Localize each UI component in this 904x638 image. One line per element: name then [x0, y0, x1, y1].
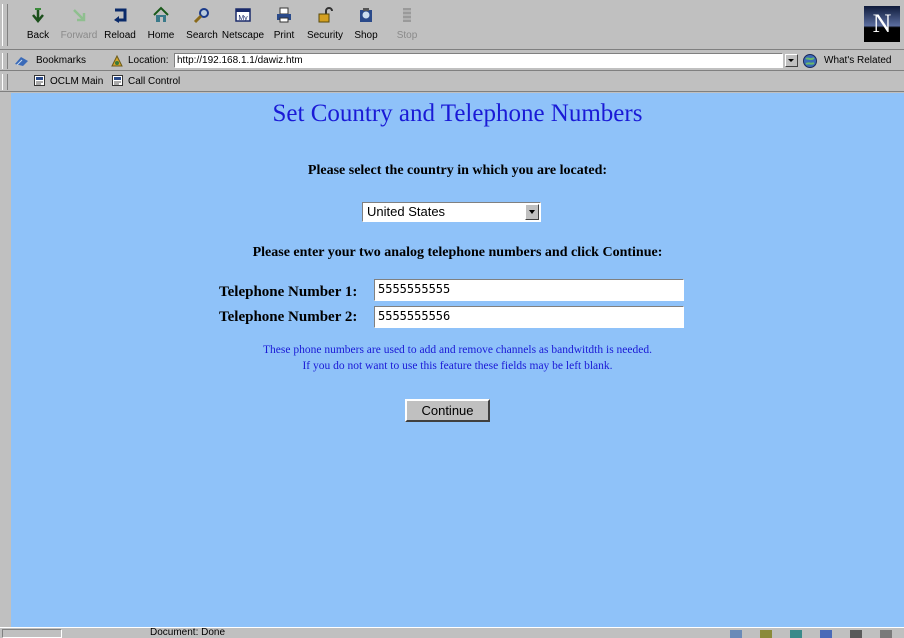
- netscape-logo-letter: N: [872, 9, 892, 38]
- country-prompt: Please select the country in which you a…: [307, 163, 608, 178]
- bookmarks-button[interactable]: Bookmarks: [36, 55, 86, 66]
- location-toolbar-grip[interactable]: [2, 53, 8, 69]
- telephone-1-label: Telephone Number 1:: [219, 284, 358, 300]
- back-label: Back: [26, 30, 50, 41]
- print-button[interactable]: Print: [262, 4, 306, 46]
- reload-button[interactable]: Reload: [98, 4, 142, 46]
- print-label: Print: [273, 30, 295, 41]
- whats-related-button[interactable]: What's Related: [824, 55, 892, 66]
- telephone-2-label: Telephone Number 2:: [219, 309, 358, 325]
- print-icon: [277, 7, 291, 23]
- forward-arrow-icon: [73, 9, 86, 22]
- security-label: Security: [306, 30, 344, 41]
- url-input[interactable]: http://192.168.1.1/dawiz.htm: [174, 53, 783, 68]
- reload-label: Reload: [104, 30, 136, 41]
- location-icon[interactable]: [110, 54, 124, 68]
- country-select[interactable]: United States: [362, 202, 541, 222]
- search-icon: [193, 8, 209, 24]
- reload-icon: [114, 8, 127, 23]
- personal-item-call-control[interactable]: Call Control: [112, 75, 180, 89]
- bookmarks-icon: [15, 57, 28, 66]
- page-content: Set Country and Telephone Numbers Please…: [11, 93, 904, 627]
- shop-button[interactable]: Shop: [344, 4, 388, 46]
- url-history-dropdown-button[interactable]: [785, 54, 798, 67]
- forward-button[interactable]: Forward: [57, 4, 101, 46]
- page-bookmark-icon: [112, 75, 123, 86]
- home-button[interactable]: Home: [139, 4, 183, 46]
- personal-toolbar-grip[interactable]: [2, 74, 8, 90]
- page-title: Set Country and Telephone Numbers: [272, 100, 643, 127]
- left-frame-edge: [0, 93, 11, 627]
- personal-item-oclm-main[interactable]: OCLM Main: [34, 75, 103, 89]
- whats-related-icon: [803, 54, 817, 68]
- home-label: Home: [147, 30, 175, 41]
- netscape-button[interactable]: My Netscape: [221, 4, 265, 46]
- netscape-icon: My: [235, 8, 251, 22]
- netscape-logo[interactable]: N: [864, 6, 900, 42]
- chevron-down-icon[interactable]: [525, 204, 539, 220]
- personal-item-label: OCLM Main: [50, 76, 104, 87]
- stop-icon: [403, 8, 411, 22]
- country-select-value: United States: [367, 204, 446, 219]
- shop-icon: [360, 8, 372, 22]
- telephone-1-input[interactable]: 5555555555: [374, 279, 684, 301]
- navigation-toolbar: Back Forward Reload Home Search My Netsc…: [0, 0, 904, 50]
- location-toolbar: Bookmarks Location: http://192.168.1.1/d…: [0, 51, 904, 71]
- stop-label: Stop: [396, 30, 418, 41]
- personal-toolbar: OCLM Main Call Control: [0, 72, 904, 92]
- help-text-line-2: If you do not want to use this feature t…: [302, 360, 613, 372]
- search-button[interactable]: Search: [180, 4, 224, 46]
- security-button[interactable]: Security: [303, 4, 347, 46]
- svg-text:My: My: [238, 15, 248, 22]
- home-icon: [153, 6, 169, 22]
- status-bar: Document: Done: [0, 627, 904, 638]
- shop-label: Shop: [354, 30, 378, 41]
- telephone-2-input[interactable]: 5555555556: [374, 306, 684, 328]
- security-lock-icon: [318, 7, 333, 23]
- personal-item-label: Call Control: [128, 76, 181, 87]
- toolbar-grip[interactable]: [2, 4, 8, 46]
- location-label: Location:: [128, 55, 169, 66]
- forward-label: Forward: [60, 30, 98, 41]
- back-arrow-icon: [32, 8, 44, 23]
- continue-button[interactable]: Continue: [405, 399, 490, 422]
- page-bookmark-icon: [34, 75, 45, 86]
- phones-prompt: Please enter your two analog telephone n…: [252, 245, 663, 260]
- help-text: These phone numbers are used to add and …: [11, 342, 904, 374]
- help-text-line-1: These phone numbers are used to add and …: [263, 344, 652, 356]
- search-label: Search: [186, 30, 218, 41]
- stop-button[interactable]: Stop: [385, 4, 429, 46]
- netscape-label: Netscape: [221, 30, 265, 41]
- back-button[interactable]: Back: [16, 4, 60, 46]
